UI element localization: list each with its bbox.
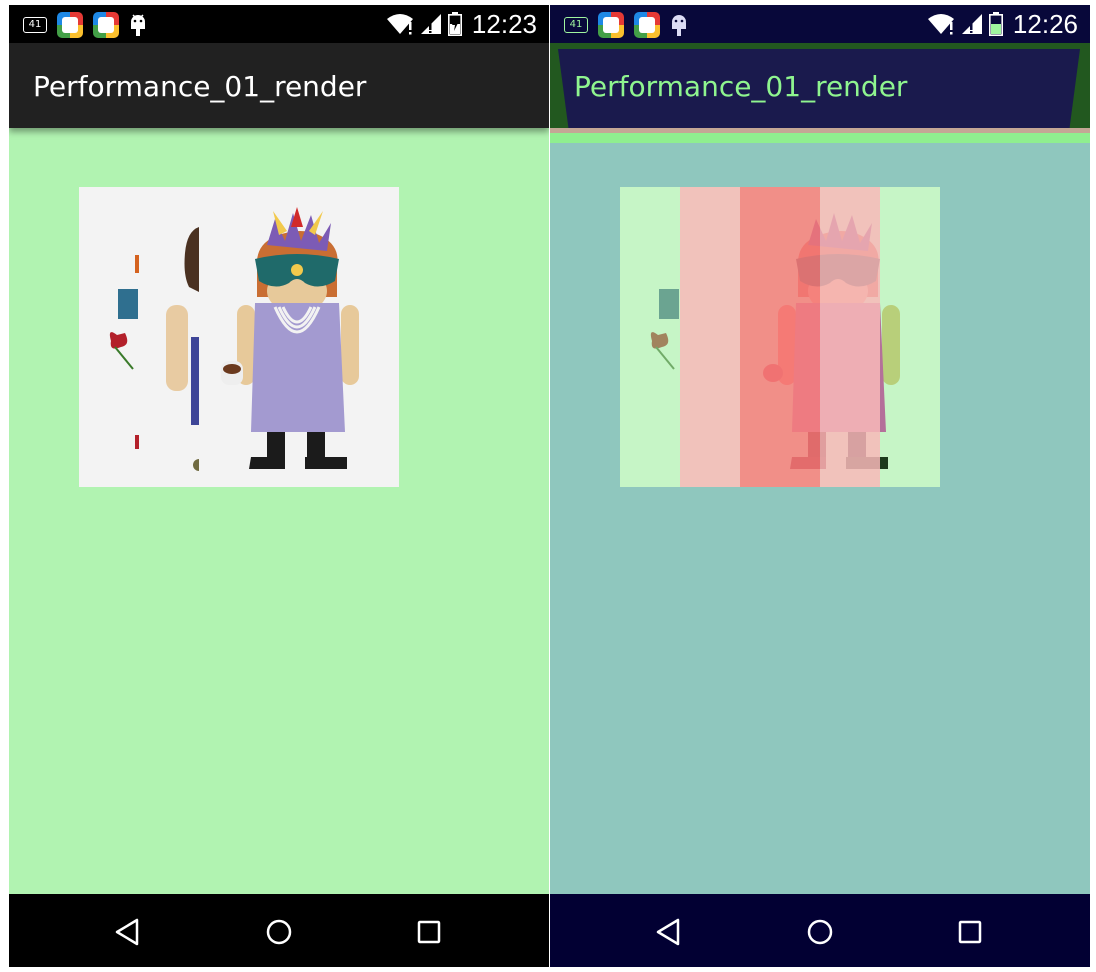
character-rose [109,255,139,449]
status-system: 12:26 [921,5,1078,43]
app-store-icon [93,12,119,38]
battery-icon [447,12,462,36]
android-icon [131,14,145,36]
clock: 12:26 [1012,8,1078,39]
app-store-icon [57,12,83,38]
back-icon[interactable] [652,914,688,950]
notification-badge-icon: 41 [564,17,588,33]
overlapping-character-images-overdraw [620,187,940,487]
home-icon[interactable] [802,914,838,950]
recents-icon[interactable] [952,914,988,950]
navigation-bar [9,894,549,967]
status-notifications: 41 [564,12,698,38]
wifi-icon [386,14,413,35]
overdraw-region-2x [740,187,820,487]
app-store-icon [598,12,624,38]
clock: 12:23 [471,8,537,39]
app-title: Performance_01_render [574,70,908,103]
status-bar: 41 12:26 [550,5,1090,43]
wifi-icon [927,14,954,35]
character-rose [650,289,679,370]
right-device-screen-overdraw: 41 12:26 Performance_01_render [550,5,1090,967]
overlapping-character-images [79,187,399,487]
status-bar: 41 12:23 [9,5,549,43]
status-notifications: 41 [23,12,157,38]
app-title: Performance_01_render [33,70,367,103]
app-bar-shadow-overdraw [550,133,1090,143]
recents-icon[interactable] [411,914,447,950]
overdraw-region-1x [820,187,880,487]
app-bar: Performance_01_render [550,43,1090,128]
character-masked-girl [199,187,399,487]
navigation-bar [550,894,1090,967]
app-store-icon [634,12,660,38]
signal-icon [961,14,982,34]
signal-icon [420,14,441,34]
battery-icon [988,12,1003,36]
back-icon[interactable] [111,914,147,950]
android-icon [672,15,686,36]
notification-badge-icon: 41 [23,17,47,33]
app-bar: Performance_01_render [9,43,549,128]
status-system: 12:23 [380,5,537,43]
home-icon[interactable] [261,914,297,950]
overdraw-region-1x [680,187,740,487]
left-device-screen: 41 12:23 Performance_01_render [9,5,549,967]
